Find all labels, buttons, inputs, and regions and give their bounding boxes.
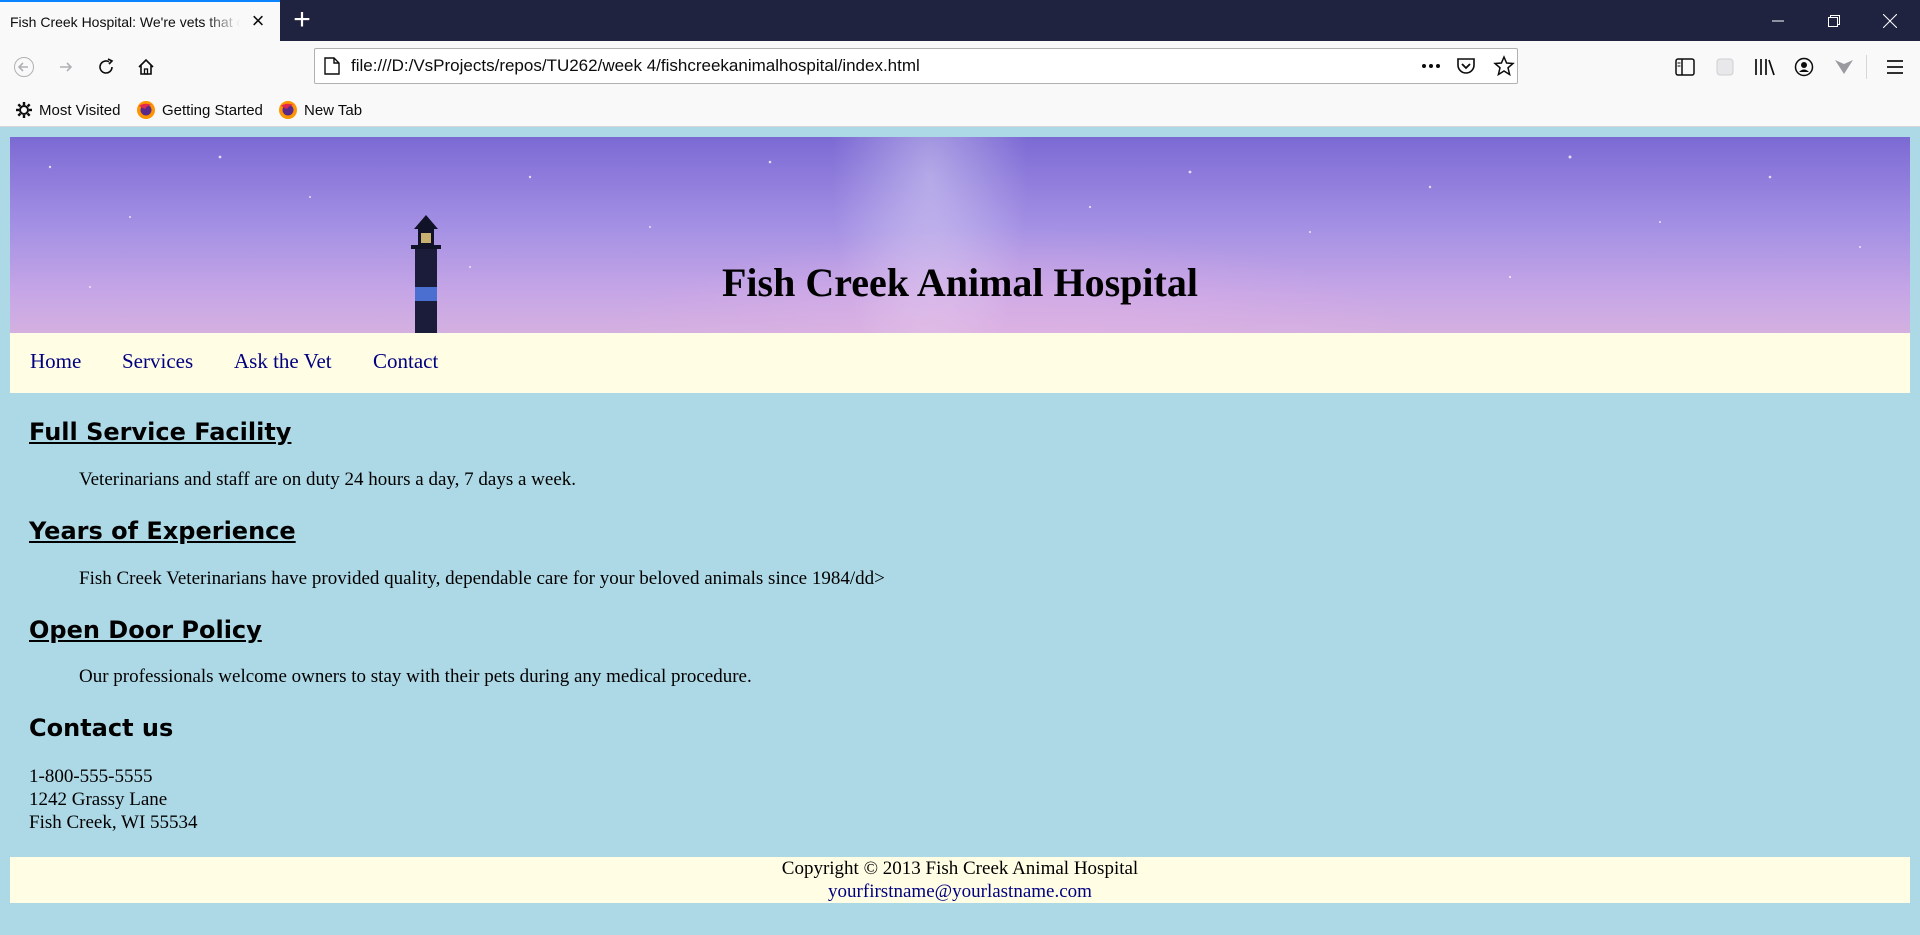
bookmark-label: New Tab [304, 101, 363, 119]
bookmark-label: Getting Started [162, 101, 263, 119]
contact-phone: 1-800-555-5555 [29, 766, 153, 787]
library-icon[interactable] [1749, 51, 1781, 83]
copyright-text: Copyright © 2013 Fish Creek Animal Hospi… [781, 858, 1139, 879]
header-banner: Fish Creek Animal Hospital [10, 137, 1910, 333]
section-heading-experience: Years of Experience [29, 517, 296, 545]
bookmarks-toolbar: Most Visited Getting Started New Tab [0, 93, 1920, 127]
bookmark-getting-started[interactable]: Getting Started [136, 93, 263, 127]
url-text[interactable]: file:///D:/VsProjects/repos/TU262/week 4… [351, 49, 920, 83]
bookmark-new-tab[interactable]: New Tab [278, 93, 362, 127]
extension-icon[interactable] [1709, 51, 1741, 83]
nav-link-services[interactable]: Services [122, 349, 193, 374]
firefox-icon [136, 100, 156, 120]
contact-address: 1-800-555-5555 1242 Grassy Lane Fish Cre… [29, 765, 198, 834]
new-tab-icon[interactable]: + [286, 4, 318, 36]
section-heading-open-door: Open Door Policy [29, 616, 262, 644]
tab-strip: Fish Creek Hospital: We're vets that car… [0, 0, 1920, 41]
bookmark-label: Most Visited [39, 101, 121, 119]
site-footer: Copyright © 2013 Fish Creek Animal Hospi… [10, 857, 1910, 903]
contact-city: Fish Creek, WI 55534 [29, 812, 198, 833]
firefox-icon [278, 100, 298, 120]
contact-street: 1242 Grassy Lane [29, 789, 168, 810]
bookmark-most-visited[interactable]: Most Visited [15, 93, 120, 127]
url-bar[interactable]: file:///D:/VsProjects/repos/TU262/week 4… [314, 48, 1518, 84]
account-icon[interactable] [1788, 51, 1820, 83]
site-nav: Home Services Ask the Vet Contact [10, 333, 1910, 393]
tab-title: Fish Creek Hospital: We're vets that car… [10, 13, 240, 30]
contact-heading: Contact us [29, 714, 174, 742]
gear-icon [15, 101, 33, 119]
active-tab[interactable]: Fish Creek Hospital: We're vets that car… [0, 0, 280, 41]
section-text-full-service: Veterinarians and staff are on duty 24 h… [79, 469, 577, 490]
restore-icon[interactable] [1806, 0, 1862, 41]
section-text-open-door: Our professionals welcome owners to stay… [79, 666, 752, 687]
footer-email-link[interactable]: yourfirstname@yourlastname.com [828, 881, 1092, 902]
pocket-icon[interactable] [1455, 55, 1477, 82]
close-tab-icon[interactable]: × [248, 10, 268, 32]
nav-link-ask-the-vet[interactable]: Ask the Vet [234, 349, 332, 374]
home-icon[interactable] [130, 51, 162, 83]
page-actions-icon[interactable] [1419, 56, 1443, 76]
nav-link-home[interactable]: Home [30, 349, 81, 374]
section-text-experience: Fish Creek Veterinarians have provided q… [79, 568, 885, 589]
menu-icon[interactable] [1879, 51, 1911, 83]
minimize-icon[interactable] [1750, 0, 1806, 41]
forward-icon[interactable] [50, 51, 82, 83]
page-icon [324, 57, 340, 80]
vpn-icon[interactable] [1828, 51, 1860, 83]
sidebar-icon[interactable] [1669, 51, 1701, 83]
toolbar-separator [1866, 55, 1867, 79]
back-icon[interactable] [8, 51, 40, 83]
close-window-icon[interactable] [1862, 0, 1918, 41]
bookmark-star-icon[interactable] [1493, 55, 1515, 82]
site-title: Fish Creek Animal Hospital [722, 260, 1198, 305]
reload-icon[interactable] [90, 51, 122, 83]
section-heading-full-service: Full Service Facility [29, 418, 292, 446]
nav-link-contact[interactable]: Contact [373, 349, 438, 374]
